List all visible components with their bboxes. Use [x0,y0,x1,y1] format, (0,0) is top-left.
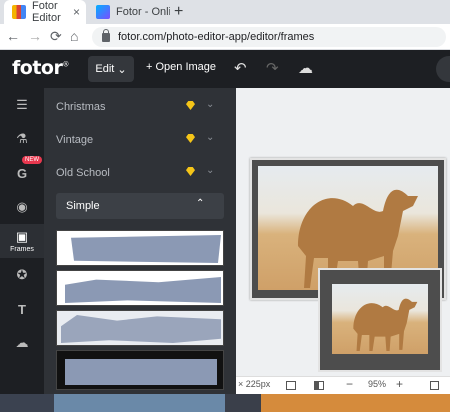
ai-tool[interactable]: NEW G [0,156,44,188]
url-text: fotor.com/photo-editor-app/editor/frames [118,31,315,43]
camel-illustration [353,298,418,351]
undo-icon[interactable]: ↶ [234,59,247,77]
frame-thumbnail[interactable] [56,230,224,266]
compare-icon[interactable] [314,381,324,390]
url-field[interactable]: fotor.com/photo-editor-app/editor/frames [92,27,446,47]
tab-title: Fotor Editor [32,0,61,24]
text-icon: T [18,301,26,317]
chevron-down-icon: ⌄ [206,165,215,176]
tool-rail: ☰ ⚗ NEW G ◉ ▣ Frames ✪ T ☁ [0,88,44,412]
address-bar-row: ← → ⟳ ⌂ fotor.com/photo-editor-app/edito… [0,24,450,50]
premium-gem-icon [186,167,195,176]
zoom-in-button[interactable]: + [396,377,403,391]
canvas-size-text: × 225px [238,379,271,389]
browser-tab-fotor-online[interactable]: Fotor - Online Fo [88,0,170,24]
stickers-tool[interactable]: ✪ [0,260,44,290]
fotor-favicon-icon [12,5,26,19]
ai-icon: G [16,165,28,181]
frame-icon: ▣ [15,229,29,244]
frame-thumbnail[interactable] [56,270,224,306]
reload-icon[interactable]: ⟳ [50,28,62,45]
back-arrow-icon[interactable]: ← [6,28,20,44]
category-vintage[interactable]: Vintage ⌄ [56,127,228,153]
lock-icon [102,28,110,42]
edit-menu-button[interactable]: Edit ⌄ [88,56,134,82]
frames-panel: Christmas ⌄ Vintage ⌄ Old School ⌄ Simpl… [44,88,236,412]
framed-photo-small[interactable] [318,268,442,372]
frames-tool[interactable]: ▣ Frames [0,224,44,258]
image-icon[interactable] [286,381,296,390]
chevron-down-icon: ⌄ [117,63,127,76]
fotor-favicon-icon [96,5,110,19]
eye-tool[interactable]: ◉ [0,192,44,222]
app-toolbar: fotor® Edit ⌄ + Open Image ↶ ↷ ☁ [0,50,450,88]
chevron-down-icon: ⌄ [206,132,215,143]
redo-icon[interactable]: ↷ [266,59,279,77]
premium-gem-icon [186,134,195,143]
new-tab-button[interactable]: + [174,3,183,21]
open-image-button[interactable]: + Open Image [146,61,216,73]
forward-arrow-icon[interactable]: → [28,28,42,44]
home-icon[interactable]: ⌂ [70,28,78,44]
browser-tab-bar: Fotor Editor × Fotor - Online Fo + [0,0,450,24]
screen: Fotor Editor × Fotor - Online Fo + ← → ⟳… [0,0,450,412]
tab-title: Fotor - Online Fo [116,6,170,18]
zoom-level: 95% [368,379,387,389]
frame-thumbnail[interactable] [56,350,224,390]
chevron-up-icon: ⌃ [196,198,205,209]
frames-label: Frames [10,246,34,253]
star-badge-icon: ✪ [16,267,28,282]
upload-tool[interactable]: ☁ [0,328,44,358]
cloud-save-icon[interactable]: ☁ [298,59,313,77]
text-tool[interactable]: T [0,294,44,324]
browser-tab-fotor-editor[interactable]: Fotor Editor × [4,0,86,24]
frame-thumbnail[interactable] [56,310,224,346]
sliders-icon: ☰ [16,97,28,112]
adjust-tool[interactable]: ☰ [0,90,44,120]
zoom-out-button[interactable]: − [346,377,353,391]
new-badge: NEW [22,156,42,164]
fit-screen-icon[interactable] [430,381,439,390]
chevron-down-icon: ⌄ [206,99,215,110]
beauty-tool[interactable]: ⚗ [0,124,44,154]
eye-icon: ◉ [16,199,28,214]
close-tab-icon[interactable]: × [73,5,80,19]
fotor-logo[interactable]: fotor® [12,57,69,79]
cloud-upload-icon: ☁ [15,335,29,350]
premium-gem-icon [186,101,195,110]
flask-icon: ⚗ [16,131,28,146]
category-christmas[interactable]: Christmas ⌄ [56,94,228,120]
avatar[interactable] [436,56,450,82]
category-old-school[interactable]: Old School ⌄ [56,160,228,186]
camel-photo [332,284,428,354]
background-strip [0,394,450,412]
canvas-status-bar: × 225px − 95% + [236,376,450,394]
category-simple[interactable]: Simple ⌃ [56,193,224,219]
